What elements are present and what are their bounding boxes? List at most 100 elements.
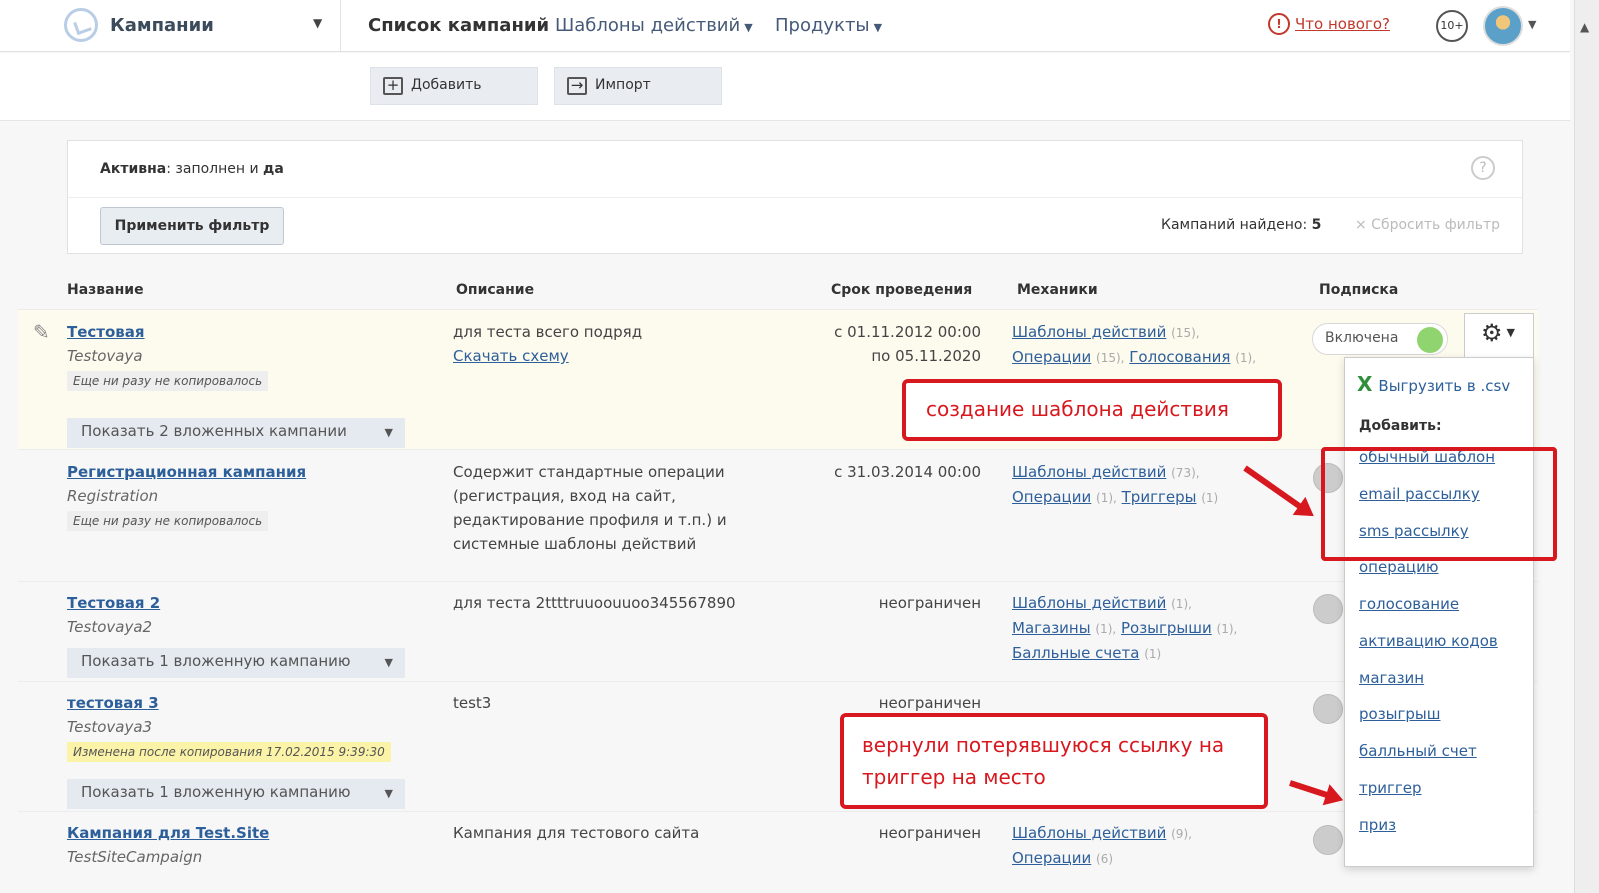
actions-dropdown-menu: X Выгрузить в .csv Добавить: обычный шабл… [1344, 357, 1534, 867]
show-nested-campaigns-button[interactable]: Показать 1 вложенную кампанию ▼ [67, 779, 405, 809]
apply-filter-button[interactable]: Применить фильтр [100, 207, 284, 245]
menu-item-trigger[interactable]: триггер [1359, 779, 1422, 797]
chevron-down-icon: ▼ [384, 656, 393, 669]
help-icon[interactable]: ? [1471, 156, 1495, 180]
pencil-icon[interactable]: ✎ [33, 320, 50, 344]
campaign-name-link[interactable]: Кампания для Test.Site [67, 824, 269, 842]
mechanic-link[interactable]: Операции [1012, 488, 1091, 506]
mechanic-link[interactable]: Операции [1012, 849, 1091, 867]
mechanic-count: (1) [1201, 491, 1219, 505]
description-cell: для теста 2ttttruuoouuoo345567890 [453, 591, 736, 615]
filter-summary: Активна: заполнен и да [100, 161, 284, 177]
column-header-description: Описание [456, 282, 535, 298]
nav-action-templates[interactable]: Шаблоны действий ▼ [555, 15, 753, 36]
export-csv-item[interactable]: X Выгрузить в .csv [1357, 372, 1510, 396]
reset-filter-link[interactable]: × Сбросить фильтр [1355, 217, 1500, 233]
column-header-name[interactable]: Название [67, 282, 144, 298]
avatar[interactable] [1483, 6, 1523, 46]
add-button[interactable]: + Добавить [370, 67, 538, 105]
campaign-name-link[interactable]: Тестовая 2 [67, 594, 160, 612]
import-button[interactable]: → Импорт [554, 67, 722, 105]
chevron-down-icon[interactable]: ▼ [1528, 18, 1536, 31]
period-cell: неограничен [811, 591, 981, 615]
menu-item-voting[interactable]: голосование [1359, 595, 1459, 613]
menu-item-lottery[interactable]: розыгрыш [1359, 705, 1441, 723]
show-nested-label: Показать 2 вложенных кампании [81, 422, 347, 440]
subscription-status: Включена [1325, 330, 1399, 346]
period-end: по 05.11.2020 [871, 347, 981, 365]
copy-status-badge: Еще ни разу не копировалось [67, 511, 269, 531]
campaign-alias: Registration [67, 487, 159, 505]
campaign-name-link[interactable]: Регистрационная кампания [67, 463, 306, 481]
campaign-name-cell: Тестовая 2 Testovaya2 [67, 591, 160, 639]
campaign-name-cell: Тестовая Testovaya Еще ни разу не копиро… [67, 320, 269, 392]
mechanic-count: (15), [1096, 351, 1125, 365]
toggle-on-indicator [1417, 327, 1443, 353]
show-nested-campaigns-button[interactable]: Показать 1 вложенную кампанию ▼ [67, 648, 405, 678]
mechanic-link[interactable]: Голосования [1129, 348, 1230, 366]
column-header-period[interactable]: Срок проведения [831, 282, 972, 298]
nav-products[interactable]: Продукты ▼ [775, 15, 882, 36]
chevron-down-icon[interactable]: ▼ [313, 16, 322, 30]
subscription-toggle[interactable] [1313, 594, 1343, 624]
period-start: неограничен [878, 824, 981, 842]
logo-icon[interactable] [64, 8, 98, 42]
mechanic-count: (73), [1171, 466, 1200, 480]
annotation-callout: вернули потерявшуюся ссылку на триггер н… [840, 713, 1268, 809]
period-cell: с 01.11.2012 00:00 по 05.11.2020 [811, 320, 981, 368]
campaign-alias: TestSiteCampaign [67, 848, 203, 866]
campaign-name-link[interactable]: Тестовая [67, 323, 145, 341]
menu-item-code-activation[interactable]: активацию кодов [1359, 632, 1498, 650]
download-schema-link[interactable]: Скачать схему [453, 347, 569, 365]
mechanic-count: (1), [1095, 622, 1117, 636]
menu-item-prize[interactable]: приз [1359, 816, 1396, 834]
period-start: с 01.11.2012 00:00 [834, 323, 981, 341]
description-line: (регистрация, вход на сайт, [453, 487, 676, 505]
mechanic-link[interactable]: Операции [1012, 348, 1091, 366]
campaign-name-link[interactable]: тестовая 3 [67, 694, 159, 712]
menu-item-points-account[interactable]: балльный счет [1359, 742, 1477, 760]
chevron-down-icon: ▼ [744, 21, 753, 34]
mechanics-cell: Шаблоны действий (1), Магазины (1), Розы… [1012, 591, 1237, 666]
scrollbar[interactable] [1574, 0, 1599, 893]
add-section-title: Добавить: [1359, 418, 1442, 434]
mechanic-link[interactable]: Розыгрыши [1121, 619, 1212, 637]
description-line: системные шаблоны действий [453, 535, 697, 553]
add-button-label: Добавить [411, 77, 482, 93]
whats-new-link[interactable]: Что нового? [1295, 15, 1390, 33]
mechanic-link[interactable]: Шаблоны действий [1012, 824, 1166, 842]
notifications-badge[interactable]: 10+ [1436, 10, 1468, 42]
subscription-toggle[interactable] [1313, 825, 1343, 855]
mechanic-link[interactable]: Шаблоны действий [1012, 594, 1166, 612]
description-line: Содержит стандартные операции [453, 463, 725, 481]
subscription-toggle[interactable]: Включена [1312, 323, 1448, 355]
campaign-name-cell: Кампания для Test.Site TestSiteCampaign [67, 821, 269, 869]
show-nested-campaigns-button[interactable]: Показать 2 вложенных кампании ▼ [67, 418, 405, 448]
actions-menu-button[interactable]: ⚙ ▼ [1464, 313, 1534, 357]
chevron-down-icon: ▼ [384, 426, 393, 439]
subscription-toggle[interactable] [1313, 694, 1343, 724]
nav-action-templates-label: Шаблоны действий [555, 15, 741, 36]
mechanic-link[interactable]: Магазины [1012, 619, 1091, 637]
chevron-down-icon: ▼ [1506, 326, 1515, 339]
filter-value: да [263, 161, 284, 177]
scroll-up-icon[interactable]: ▲ [1580, 20, 1589, 34]
period-start: неограничен [878, 594, 981, 612]
mechanic-link[interactable]: Триггеры [1122, 488, 1197, 506]
mechanic-count: (1), [1235, 351, 1257, 365]
copy-status-badge: Изменена после копирования 17.02.2015 9:… [67, 742, 391, 762]
mechanic-link[interactable]: Балльные счета [1012, 644, 1139, 662]
nav-campaign-list[interactable]: Список кампаний [368, 15, 549, 36]
description-line: редактирование профиля и т.п.) и [453, 511, 727, 529]
excel-icon: X [1357, 372, 1373, 396]
campaign-name-cell: тестовая 3 Testovaya3 Изменена после коп… [67, 691, 391, 763]
period-cell: неограничен [811, 691, 981, 715]
description-cell: Кампания для тестового сайта [453, 821, 699, 845]
mechanic-link[interactable]: Шаблоны действий [1012, 323, 1166, 341]
show-nested-label: Показать 1 вложенную кампанию [81, 783, 351, 801]
mechanic-link[interactable]: Шаблоны действий [1012, 463, 1166, 481]
app-title[interactable]: Кампании [110, 15, 214, 36]
period-start: неограничен [878, 694, 981, 712]
mechanic-count: (15), [1171, 326, 1200, 340]
menu-item-shop[interactable]: магазин [1359, 669, 1424, 687]
